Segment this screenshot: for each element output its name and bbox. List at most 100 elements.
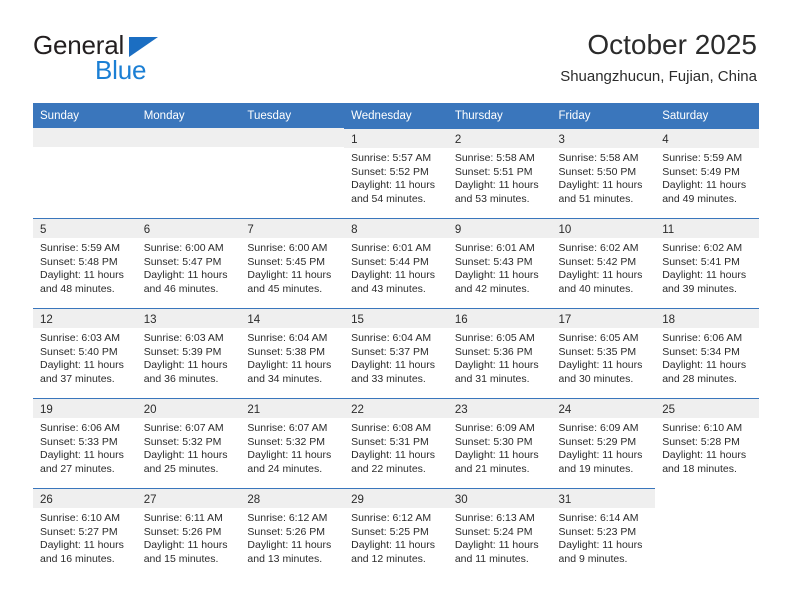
day-number: 7 — [247, 224, 254, 236]
day-number-band: 17 — [551, 309, 656, 328]
sunset-text: Sunset: 5:24 PM — [454, 525, 533, 538]
day-number-band: 15 — [344, 309, 448, 328]
day-cell-11[interactable]: 11 Sunrise: 6:02 AM Sunset: 5:41 PM Dayligh… — [655, 218, 759, 308]
day-cell-2[interactable]: 2 Sunrise: 5:58 AM Sunset: 5:51 PM Daylight… — [447, 128, 552, 218]
day-number: 1 — [351, 134, 358, 146]
day-number: 21 — [247, 404, 261, 416]
weekday-header-wednesday: Wednesday — [344, 103, 448, 128]
daylight-text-line2: and 33 minutes. — [351, 372, 426, 385]
sunrise-text: Sunrise: 6:10 AM — [662, 422, 743, 434]
sunset-text: Sunset: 5:31 PM — [351, 435, 429, 448]
day-number: 17 — [558, 314, 572, 326]
day-cell-21[interactable]: 21 Sunrise: 6:07 AM Sunset: 5:32 PM Dayligh… — [240, 398, 345, 488]
day-cell-22[interactable]: 22 Sunrise: 6:08 AM Sunset: 5:31 PM Dayligh… — [344, 398, 448, 488]
calendar-cell: 28 Sunrise: 6:12 AM Sunset: 5:26 PM Dayligh… — [240, 488, 345, 578]
day-cell-empty — [240, 128, 345, 218]
daylight-text-line2: and 36 minutes. — [143, 372, 219, 385]
day-cell-24[interactable]: 24 Sunrise: 6:09 AM Sunset: 5:29 PM Dayligh… — [551, 398, 656, 488]
day-cell-3[interactable]: 3 Sunrise: 5:58 AM Sunset: 5:50 PM Daylight… — [551, 128, 656, 218]
day-cell-9[interactable]: 9 Sunrise: 6:01 AM Sunset: 5:43 PM Daylight… — [447, 218, 552, 308]
daylight-text-line2: and 46 minutes. — [143, 282, 219, 295]
weekday-header-sunday: Sunday — [33, 103, 137, 128]
day-cell-17[interactable]: 17 Sunrise: 6:05 AM Sunset: 5:35 PM Dayligh… — [551, 308, 656, 398]
weekday-header-tuesday: Tuesday — [240, 103, 345, 128]
daylight-text-line2: and 43 minutes. — [351, 282, 426, 295]
day-cell-5[interactable]: 5 Sunrise: 5:59 AM Sunset: 5:48 PM Daylight… — [33, 218, 137, 308]
day-cell-6[interactable]: 6 Sunrise: 6:00 AM Sunset: 5:47 PM Daylight… — [136, 218, 241, 308]
day-cell-14[interactable]: 14 Sunrise: 6:04 AM Sunset: 5:38 PM Dayligh… — [240, 308, 345, 398]
day-number-band: 27 — [136, 489, 241, 508]
calendar-cell: 4 Sunrise: 5:59 AM Sunset: 5:49 PM Daylight… — [655, 128, 759, 218]
day-cell-4[interactable]: 4 Sunrise: 5:59 AM Sunset: 5:49 PM Daylight… — [655, 128, 759, 218]
calendar-cell: 8 Sunrise: 6:01 AM Sunset: 5:44 PM Daylight… — [344, 218, 448, 308]
day-cell-8[interactable]: 8 Sunrise: 6:01 AM Sunset: 5:44 PM Daylight… — [344, 218, 448, 308]
day-number-band: 5 — [33, 219, 137, 238]
day-cell-12[interactable]: 12 Sunrise: 6:03 AM Sunset: 5:40 PM Dayligh… — [33, 308, 137, 398]
day-cell-19[interactable]: 19 Sunrise: 6:06 AM Sunset: 5:33 PM Dayligh… — [33, 398, 137, 488]
day-number-band: 24 — [551, 399, 656, 418]
generalblue-logo[interactable]: General Blue — [33, 30, 243, 90]
daylight-text-line1: Daylight: 11 hours — [662, 269, 747, 282]
day-cell-27[interactable]: 27 Sunrise: 6:11 AM Sunset: 5:26 PM Dayligh… — [136, 488, 241, 578]
title-block: October 2025 Shuangzhucun, Fujian, China — [560, 28, 757, 88]
day-details: Sunrise: 6:08 AM Sunset: 5:31 PM Daylight:… — [344, 418, 448, 476]
day-cell-31[interactable]: 31 Sunrise: 6:14 AM Sunset: 5:23 PM Dayligh… — [551, 488, 656, 578]
daylight-text-line1: Daylight: 11 hours — [662, 359, 747, 372]
logo-text-blue: Blue — [95, 55, 147, 85]
day-number-band: 19 — [33, 399, 137, 418]
day-details: Sunrise: 5:57 AM Sunset: 5:52 PM Daylight:… — [344, 148, 448, 206]
daylight-text-line1: Daylight: 11 hours — [558, 449, 643, 462]
sunset-text: Sunset: 5:42 PM — [558, 255, 637, 268]
weekday-header-friday: Friday — [551, 103, 656, 128]
daylight-text-line2: and 37 minutes. — [40, 372, 115, 385]
daylight-text-line1: Daylight: 11 hours — [662, 449, 747, 462]
day-details: Sunrise: 6:02 AM Sunset: 5:41 PM Daylight:… — [655, 238, 759, 296]
day-number-band: 13 — [136, 309, 241, 328]
day-number-band: 4 — [655, 129, 759, 148]
day-cell-25[interactable]: 25 Sunrise: 6:10 AM Sunset: 5:28 PM Dayligh… — [655, 398, 759, 488]
day-cell-23[interactable]: 23 Sunrise: 6:09 AM Sunset: 5:30 PM Dayligh… — [447, 398, 552, 488]
sunrise-text: Sunrise: 5:58 AM — [454, 152, 535, 164]
daylight-text-line1: Daylight: 11 hours — [454, 179, 539, 192]
calendar-week-row: 5 Sunrise: 5:59 AM Sunset: 5:48 PM Daylight… — [33, 218, 759, 308]
calendar-week-row: 19 Sunrise: 6:06 AM Sunset: 5:33 PM Dayligh… — [33, 398, 759, 488]
day-number-band: 11 — [655, 219, 759, 238]
day-cell-10[interactable]: 10 Sunrise: 6:02 AM Sunset: 5:42 PM Dayligh… — [551, 218, 656, 308]
weekday-header-monday: Monday — [136, 103, 241, 128]
day-number-band: 31 — [551, 489, 656, 508]
day-cell-20[interactable]: 20 Sunrise: 6:07 AM Sunset: 5:32 PM Dayligh… — [136, 398, 241, 488]
day-cell-18[interactable]: 18 Sunrise: 6:06 AM Sunset: 5:34 PM Dayligh… — [655, 308, 759, 398]
sunrise-text: Sunrise: 6:11 AM — [143, 512, 223, 524]
daylight-text-line2: and 19 minutes. — [558, 462, 634, 475]
daylight-text-line2: and 51 minutes. — [558, 192, 634, 205]
calendar-cell: 23 Sunrise: 6:09 AM Sunset: 5:30 PM Dayligh… — [447, 398, 552, 488]
calendar-cell — [240, 128, 345, 218]
day-cell-28[interactable]: 28 Sunrise: 6:12 AM Sunset: 5:26 PM Dayligh… — [240, 488, 345, 578]
day-cell-13[interactable]: 13 Sunrise: 6:03 AM Sunset: 5:39 PM Dayligh… — [136, 308, 241, 398]
day-cell-7[interactable]: 7 Sunrise: 6:00 AM Sunset: 5:45 PM Daylight… — [240, 218, 345, 308]
day-cell-26[interactable]: 26 Sunrise: 6:10 AM Sunset: 5:27 PM Dayligh… — [33, 488, 137, 578]
daylight-text-line2: and 9 minutes. — [558, 552, 628, 565]
sunrise-text: Sunrise: 6:01 AM — [454, 242, 535, 254]
day-number: 30 — [454, 494, 468, 506]
day-details: Sunrise: 6:05 AM Sunset: 5:36 PM Daylight:… — [448, 328, 552, 386]
daylight-text-line2: and 27 minutes. — [40, 462, 115, 475]
day-cell-29[interactable]: 29 Sunrise: 6:12 AM Sunset: 5:25 PM Dayligh… — [344, 488, 448, 578]
calendar-cell: 16 Sunrise: 6:05 AM Sunset: 5:36 PM Dayligh… — [447, 308, 552, 398]
day-details: Sunrise: 6:09 AM Sunset: 5:29 PM Daylight:… — [552, 418, 656, 476]
sunrise-text: Sunrise: 6:04 AM — [247, 332, 328, 344]
day-cell-30[interactable]: 30 Sunrise: 6:13 AM Sunset: 5:24 PM Dayligh… — [447, 488, 552, 578]
daylight-text-line1: Daylight: 11 hours — [662, 179, 747, 192]
sunset-text: Sunset: 5:49 PM — [662, 165, 740, 178]
day-cell-1[interactable]: 1 Sunrise: 5:57 AM Sunset: 5:52 PM Daylight… — [344, 128, 448, 218]
calendar-cell: 24 Sunrise: 6:09 AM Sunset: 5:29 PM Dayligh… — [551, 398, 656, 488]
sunrise-text: Sunrise: 6:07 AM — [143, 422, 224, 434]
sunrise-text: Sunrise: 6:04 AM — [351, 332, 432, 344]
day-cell-16[interactable]: 16 Sunrise: 6:05 AM Sunset: 5:36 PM Dayligh… — [447, 308, 552, 398]
day-number-band: 20 — [136, 399, 241, 418]
day-cell-15[interactable]: 15 Sunrise: 6:04 AM Sunset: 5:37 PM Dayligh… — [344, 308, 448, 398]
calendar-cell: 18 Sunrise: 6:06 AM Sunset: 5:34 PM Dayligh… — [655, 308, 759, 398]
calendar-body: 1 Sunrise: 5:57 AM Sunset: 5:52 PM Daylight… — [33, 128, 759, 578]
calendar-cell: 19 Sunrise: 6:06 AM Sunset: 5:33 PM Dayligh… — [33, 398, 137, 488]
day-number-band: 16 — [447, 309, 552, 328]
